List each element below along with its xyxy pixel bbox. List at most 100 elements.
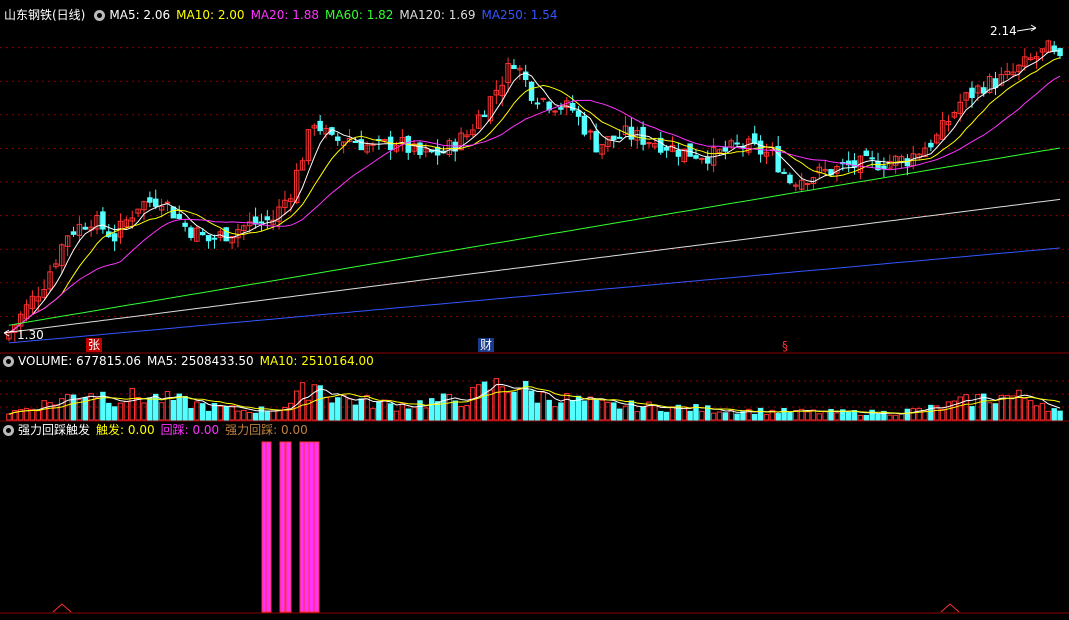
candle-body (153, 198, 159, 207)
volume-bar (587, 396, 594, 421)
volume-bar (329, 402, 335, 421)
volume-bar (123, 401, 130, 421)
volume-bar (199, 403, 206, 421)
candle-body (693, 155, 699, 159)
volume-bar (194, 401, 200, 421)
candle-body (569, 102, 576, 111)
candle-body (863, 150, 870, 157)
volume-bar (663, 411, 670, 421)
candle-body (258, 221, 265, 224)
high-arrow-icon (1016, 24, 1037, 32)
volume-bar (164, 391, 171, 421)
main-label-2: MA20: 1.88 (250, 8, 319, 22)
volume-bar (1057, 410, 1063, 421)
volume-bar (176, 393, 182, 421)
volume-bar (252, 412, 259, 421)
volume-bar (299, 382, 306, 421)
candle-body (611, 135, 617, 141)
volume-bar (393, 410, 400, 421)
candle-body (82, 226, 89, 230)
candle-body (100, 211, 106, 230)
candle-body (552, 110, 558, 113)
volume-bar (605, 401, 611, 421)
volume-bar (928, 404, 934, 421)
volume-bar (153, 393, 159, 421)
volume-bar (6, 413, 12, 421)
volume-bar (581, 400, 588, 421)
volume-bar (763, 413, 770, 421)
candle-body (722, 146, 729, 152)
volume-bar (475, 384, 482, 421)
volume-bar (552, 406, 558, 421)
volume-bar (59, 398, 65, 421)
volume-bar (1027, 400, 1034, 421)
volume-bar (135, 396, 141, 421)
candle-body (317, 120, 323, 132)
volume-bar (1004, 395, 1010, 421)
volume-bar (423, 407, 429, 421)
event-marker-cai[interactable]: 财 (478, 338, 495, 352)
event-marker-zhang[interactable]: 张 (86, 338, 103, 352)
candle-body (264, 216, 271, 221)
volume-bar (41, 400, 47, 421)
volume-bar (1045, 410, 1052, 421)
volume-bar (822, 411, 828, 421)
candle-body (658, 137, 664, 153)
volume-bar (35, 410, 42, 421)
stock-chart-canvas (0, 24, 1069, 614)
volume-bar (481, 381, 488, 421)
signal-triangle-right (940, 603, 960, 613)
main-label-1: MA10: 2.00 (176, 8, 245, 22)
settings-gear-icon[interactable] (94, 9, 106, 21)
candle-body (1057, 48, 1063, 57)
candle-body (992, 78, 999, 89)
volume-bar (335, 397, 341, 421)
volume-label-1: MA5: 2508433.50 (147, 354, 254, 368)
volume-bar (710, 412, 717, 421)
volume-bar (47, 402, 53, 421)
volume-bar (505, 392, 511, 421)
volume-bar (857, 414, 864, 421)
volume-bar (611, 402, 617, 421)
candle-body (804, 183, 811, 186)
volume-bar (205, 410, 212, 421)
volume-bar (264, 411, 271, 421)
volume-bar (851, 410, 858, 421)
ma250-line (8, 247, 1061, 344)
settings-gear-icon[interactable] (3, 424, 14, 436)
signal-bar (265, 441, 272, 613)
volume-bar (440, 393, 447, 421)
volume-bar (816, 413, 823, 421)
volume-bar (892, 414, 899, 421)
volume-bar (223, 406, 229, 421)
candle-body (675, 149, 682, 157)
volume-indicator-values: VOLUME: 677815.06 MA5: 2508433.50 MA10: 25… (18, 353, 380, 369)
volume-bar (511, 391, 517, 421)
volume-bar (517, 388, 523, 421)
volume-bar (528, 390, 535, 421)
volume-bar (898, 413, 905, 421)
volume-bar (246, 411, 253, 421)
volume-bar (429, 398, 435, 421)
volume-bar (569, 399, 576, 421)
candle-body (734, 142, 740, 145)
volume-bar (129, 387, 135, 421)
candle-body (751, 133, 758, 144)
volume-bar (939, 408, 946, 421)
main-label-3: MA60: 1.82 (325, 8, 394, 22)
volume-bar (634, 411, 640, 421)
volume-panel-header: VOLUME: 677815.06 MA5: 2508433.50 MA10: 25… (0, 353, 386, 369)
volume-bar (311, 384, 318, 421)
high-price-label: 2.14 (990, 24, 1017, 38)
volume-bar (775, 413, 781, 421)
volume-bar (229, 405, 235, 421)
volume-bar (916, 407, 922, 421)
main-panel-header: 山东钢铁(日线) MA5: 2.06 MA10: 2.00 MA20: 1.88 MA… (0, 7, 570, 23)
volume-bar (1039, 402, 1046, 421)
volume-bar (458, 405, 464, 421)
volume-label-2: MA10: 2510164.00 (259, 354, 374, 368)
volume-bar (188, 408, 194, 421)
event-marker-third[interactable]: § (780, 339, 790, 353)
candle-body (164, 201, 171, 204)
settings-gear-icon[interactable] (3, 355, 14, 367)
